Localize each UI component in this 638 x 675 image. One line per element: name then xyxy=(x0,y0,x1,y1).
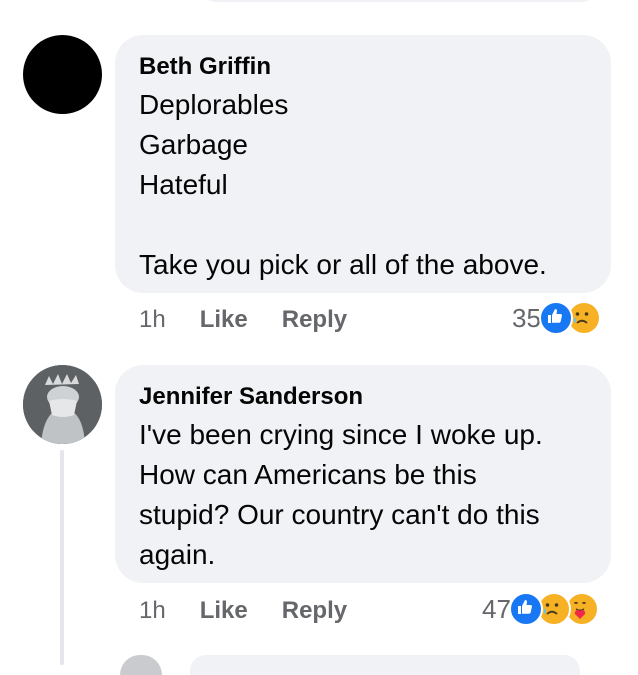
comment-bubble: Beth Griffin Deplorables Garbage Hateful… xyxy=(115,35,611,293)
comment-line: How can Americans be this xyxy=(139,459,477,490)
like-button[interactable]: Like xyxy=(200,306,248,334)
reaction-count: 47 xyxy=(482,593,511,624)
comment-line: I've been crying since I woke up. xyxy=(139,419,543,450)
reply-button[interactable]: Reply xyxy=(282,597,347,625)
comment-line: Deplorables xyxy=(139,89,289,120)
comment-text: Deplorables Garbage Hateful Take you pic… xyxy=(139,85,547,285)
like-icon xyxy=(508,592,543,626)
comment-line: Garbage xyxy=(139,129,248,160)
comment-author[interactable]: Jennifer Sanderson xyxy=(139,383,363,411)
comment-blank-line xyxy=(139,205,547,245)
comment-actions: 1h Like Reply xyxy=(139,595,347,627)
comment-actions: 1h Like Reply xyxy=(139,304,347,336)
comment-line: stupid? Our country can't do this xyxy=(139,499,540,530)
like-button[interactable]: Like xyxy=(200,597,248,625)
comment-line: again. xyxy=(139,539,216,570)
comment-text: I've been crying since I woke up. How ca… xyxy=(139,415,543,575)
comment-bubble: Jennifer Sanderson I've been crying sinc… xyxy=(115,365,611,583)
comment-timestamp[interactable]: 1h xyxy=(139,597,166,625)
avatar[interactable] xyxy=(23,365,102,444)
avatar[interactable] xyxy=(23,35,102,114)
reaction-summary[interactable]: 35 xyxy=(512,299,601,337)
like-icon xyxy=(538,301,573,335)
reaction-summary[interactable]: 47 xyxy=(482,590,599,628)
comment-line: Hateful xyxy=(139,169,228,200)
comment-author[interactable]: Beth Griffin xyxy=(139,53,271,81)
next-comment-avatar xyxy=(120,655,162,675)
previous-comment-bubble xyxy=(200,0,598,2)
reply-thread-line xyxy=(60,450,64,665)
comment-timestamp[interactable]: 1h xyxy=(139,306,166,334)
reply-button[interactable]: Reply xyxy=(282,306,347,334)
reaction-count: 35 xyxy=(512,302,541,333)
next-comment-bubble xyxy=(190,655,580,675)
comment-line: Take you pick or all of the above. xyxy=(139,249,547,280)
